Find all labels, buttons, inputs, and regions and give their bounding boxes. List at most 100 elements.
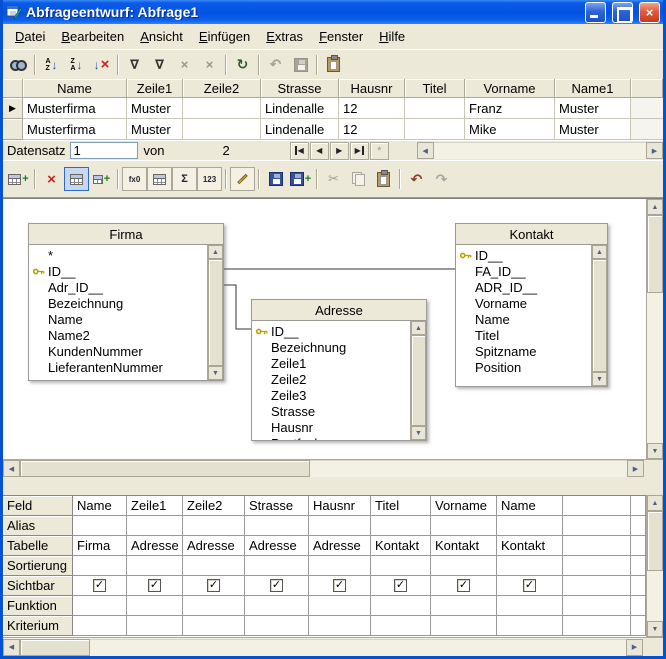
field-item[interactable]: LieferantenNummer	[29, 359, 207, 375]
funktion-cell[interactable]	[371, 596, 431, 616]
scroll-down-button[interactable]: ▼	[647, 621, 663, 637]
properties-toggle[interactable]	[230, 167, 255, 191]
last-record-button[interactable]: ▶	[350, 142, 369, 160]
alias-cell[interactable]	[73, 516, 127, 536]
refresh-button[interactable]: ↻	[230, 53, 255, 77]
scrollbar-track[interactable]	[90, 639, 626, 656]
scroll-down-button[interactable]: ▼	[411, 426, 426, 440]
next-record-button[interactable]: ▶	[330, 142, 349, 160]
design-view-button[interactable]	[64, 167, 89, 191]
column-header-titel[interactable]: Titel	[405, 79, 465, 98]
tabelle-cell[interactable]: Adresse	[127, 536, 183, 556]
show-functions-toggle[interactable]: fx0	[122, 167, 147, 191]
field-item[interactable]: Bezeichnung	[252, 339, 410, 355]
new-query-button[interactable]: +	[89, 167, 114, 191]
scroll-up-button[interactable]: ▲	[647, 199, 663, 215]
menu-hilfe[interactable]: Hilfe	[371, 26, 413, 47]
sortierung-cell[interactable]	[497, 556, 563, 576]
field-list-scrollbar[interactable]: ▲ ▼	[207, 245, 223, 380]
alias-cell[interactable]	[371, 516, 431, 536]
kriterium-cell[interactable]	[127, 616, 183, 636]
scroll-left-button[interactable]: ◀	[417, 142, 434, 159]
field-item[interactable]: Vorname	[456, 295, 591, 311]
sichtbar-checkbox[interactable]: ✓	[270, 579, 283, 592]
find-button[interactable]	[6, 53, 31, 77]
sortierung-cell[interactable]	[73, 556, 127, 576]
scrollbar-thumb[interactable]	[208, 259, 223, 366]
paste-button-design[interactable]	[371, 167, 396, 191]
funktion-cell[interactable]	[127, 596, 183, 616]
menu-einfuegen[interactable]: Einfügen	[191, 26, 258, 47]
field-item[interactable]: Position	[456, 359, 591, 375]
feld-cell[interactable]	[631, 496, 646, 516]
filter-button[interactable]: ∇	[122, 53, 147, 77]
scrollbar-track[interactable]	[434, 142, 646, 159]
alias-cell[interactable]	[631, 516, 646, 536]
alias-cell[interactable]	[309, 516, 371, 536]
field-item[interactable]: Spitzname	[456, 343, 591, 359]
scroll-right-button[interactable]: ▶	[646, 142, 663, 159]
minimize-button[interactable]	[585, 2, 606, 23]
record-number-input[interactable]	[70, 142, 138, 159]
show-totals-toggle[interactable]: Σ	[172, 167, 197, 191]
show-values-toggle[interactable]: 123	[197, 167, 222, 191]
kriterium-cell[interactable]	[309, 616, 371, 636]
sort-ascending-button[interactable]: AZ ↓	[39, 53, 64, 77]
field-item[interactable]: *	[29, 247, 207, 263]
tabelle-cell[interactable]: Adresse	[245, 536, 309, 556]
canvas-horizontal-scrollbar[interactable]: ◀ ▶	[3, 459, 663, 477]
funktion-cell[interactable]	[309, 596, 371, 616]
undo-button[interactable]: ↶	[404, 167, 429, 191]
query-design-canvas[interactable]: Firma * ID__ Adr_ID__ Bezeichnung Name N…	[3, 199, 646, 459]
sichtbar-checkbox[interactable]: ✓	[333, 579, 346, 592]
delete-button[interactable]: ×	[39, 167, 64, 191]
apply-filter-button[interactable]: ×	[172, 53, 197, 77]
tabelle-cell[interactable]: Adresse	[309, 536, 371, 556]
funktion-cell[interactable]	[431, 596, 497, 616]
save-record-button[interactable]	[288, 53, 313, 77]
scroll-left-button[interactable]: ◀	[3, 639, 20, 656]
field-item[interactable]: Name	[456, 311, 591, 327]
table-title[interactable]: Adresse	[252, 300, 426, 321]
column-header-name[interactable]: Name	[23, 79, 127, 98]
scrollbar-thumb[interactable]	[647, 215, 663, 293]
scrollbar-thumb[interactable]	[20, 460, 310, 477]
menu-datei[interactable]: Datei	[7, 26, 53, 47]
sortierung-cell[interactable]	[309, 556, 371, 576]
redo-button[interactable]: ↷	[429, 167, 454, 191]
cell[interactable]	[405, 119, 465, 140]
field-list-scrollbar[interactable]: ▲ ▼	[591, 245, 607, 386]
row-selector[interactable]	[3, 119, 23, 140]
add-table-button[interactable]: +	[6, 167, 31, 191]
save-button[interactable]	[263, 167, 288, 191]
feld-cell[interactable]: Zeile2	[183, 496, 245, 516]
feld-cell[interactable]: Name	[497, 496, 563, 516]
tabelle-cell[interactable]	[563, 536, 631, 556]
kriterium-cell[interactable]	[431, 616, 497, 636]
cell[interactable]	[183, 119, 261, 140]
scrollbar-thumb[interactable]	[20, 639, 90, 656]
field-item[interactable]: FA_ID__	[456, 263, 591, 279]
cell[interactable]: Muster	[555, 119, 631, 140]
remove-sort-button[interactable]: ↓ ×	[89, 53, 114, 77]
feld-cell[interactable]	[563, 496, 631, 516]
close-button[interactable]: ×	[639, 2, 660, 23]
sortierung-cell[interactable]	[431, 556, 497, 576]
cell[interactable]: Muster	[555, 98, 631, 119]
paste-button[interactable]	[321, 53, 346, 77]
sichtbar-checkbox[interactable]: ✓	[523, 579, 536, 592]
feld-cell[interactable]: Strasse	[245, 496, 309, 516]
sichtbar-cell[interactable]	[563, 576, 631, 596]
scroll-up-button[interactable]: ▲	[411, 321, 426, 335]
maximize-button[interactable]	[612, 2, 633, 23]
cell[interactable]: Musterfirma	[23, 119, 127, 140]
cell[interactable]	[183, 98, 261, 119]
alias-cell[interactable]	[183, 516, 245, 536]
column-header-vorname[interactable]: Vorname	[465, 79, 555, 98]
cell[interactable]: Franz	[465, 98, 555, 119]
field-item[interactable]: ID__	[252, 323, 410, 339]
funktion-cell[interactable]	[631, 596, 646, 616]
tabelle-cell[interactable]: Kontakt	[497, 536, 563, 556]
field-item[interactable]: Titel	[456, 327, 591, 343]
filter-form-button[interactable]: ∇	[147, 53, 172, 77]
